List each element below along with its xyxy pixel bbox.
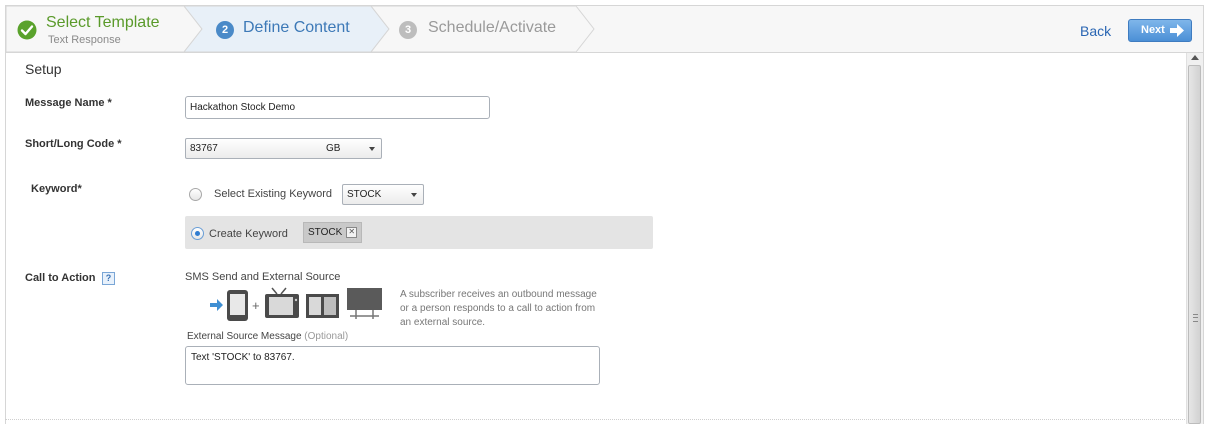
arrow-right-icon	[1170, 24, 1184, 37]
scroll-up-icon[interactable]	[1191, 55, 1199, 60]
external-source-label-text: External Source Message	[187, 331, 302, 342]
keyword-tag-text: STOCK	[308, 227, 343, 238]
optional-label: (Optional)	[304, 331, 349, 342]
step-select-template[interactable]: Select Template	[46, 14, 160, 32]
arrow-right-icon	[210, 299, 223, 311]
help-icon[interactable]: ?	[102, 272, 115, 285]
select-existing-keyword-radio[interactable]	[189, 188, 202, 201]
wizard-header: Select Template Text Response 2 Define C…	[5, 5, 1204, 53]
check-circle-icon	[17, 20, 37, 40]
step-define-content[interactable]: Define Content	[243, 19, 350, 37]
grip-icon	[1193, 314, 1198, 322]
phone-icon	[227, 290, 248, 321]
tv-icon	[265, 287, 299, 318]
svg-text:+: +	[252, 298, 260, 313]
keyword-tag: STOCK ✕	[303, 222, 363, 243]
existing-keyword-select[interactable]: STOCK	[342, 184, 424, 205]
step-schedule-activate[interactable]: Schedule/Activate	[428, 19, 556, 37]
step-select-template-subtitle: Text Response	[48, 34, 121, 46]
next-button[interactable]: Next	[1128, 19, 1192, 42]
sms-external-source-illustration: +	[210, 287, 382, 321]
short-long-code-select[interactable]: 83767 GB	[185, 138, 382, 159]
call-to-action-type: SMS Send and External Source	[185, 271, 341, 283]
chevron-down-icon	[369, 147, 375, 151]
billboard-icon	[347, 288, 382, 319]
select-existing-keyword-label: Select Existing Keyword	[214, 188, 332, 200]
short-long-code-country: GB	[326, 143, 341, 154]
short-long-code-value: 83767	[190, 143, 218, 154]
existing-keyword-value: STOCK	[347, 189, 382, 200]
newspaper-icon	[306, 294, 339, 318]
keyword-label: Keyword*	[31, 183, 82, 195]
step-3-number: 3	[399, 21, 417, 39]
back-link[interactable]: Back	[1080, 23, 1111, 39]
next-button-label: Next	[1141, 24, 1165, 36]
call-to-action-description: A subscriber receives an outbound messag…	[400, 289, 597, 328]
message-name-input[interactable]: Hackathon Stock Demo	[185, 96, 490, 119]
section-title-setup: Setup	[25, 61, 62, 77]
external-source-label: External Source Message (Optional)	[187, 331, 348, 342]
message-name-label: Message Name *	[25, 97, 112, 109]
call-to-action-label: Call to Action	[25, 272, 96, 284]
create-keyword-radio[interactable]	[191, 227, 204, 240]
create-keyword-label: Create Keyword	[209, 228, 288, 240]
short-long-code-label: Short/Long Code *	[25, 138, 122, 150]
vertical-scrollbar[interactable]	[1186, 53, 1203, 424]
section-divider	[5, 419, 1185, 420]
scroll-thumb[interactable]	[1188, 65, 1201, 424]
chevron-down-icon	[411, 193, 417, 197]
step-2-number: 2	[216, 21, 234, 39]
close-icon[interactable]: ✕	[346, 226, 358, 238]
external-source-message-textarea[interactable]: Text 'STOCK' to 83767.	[185, 346, 600, 385]
